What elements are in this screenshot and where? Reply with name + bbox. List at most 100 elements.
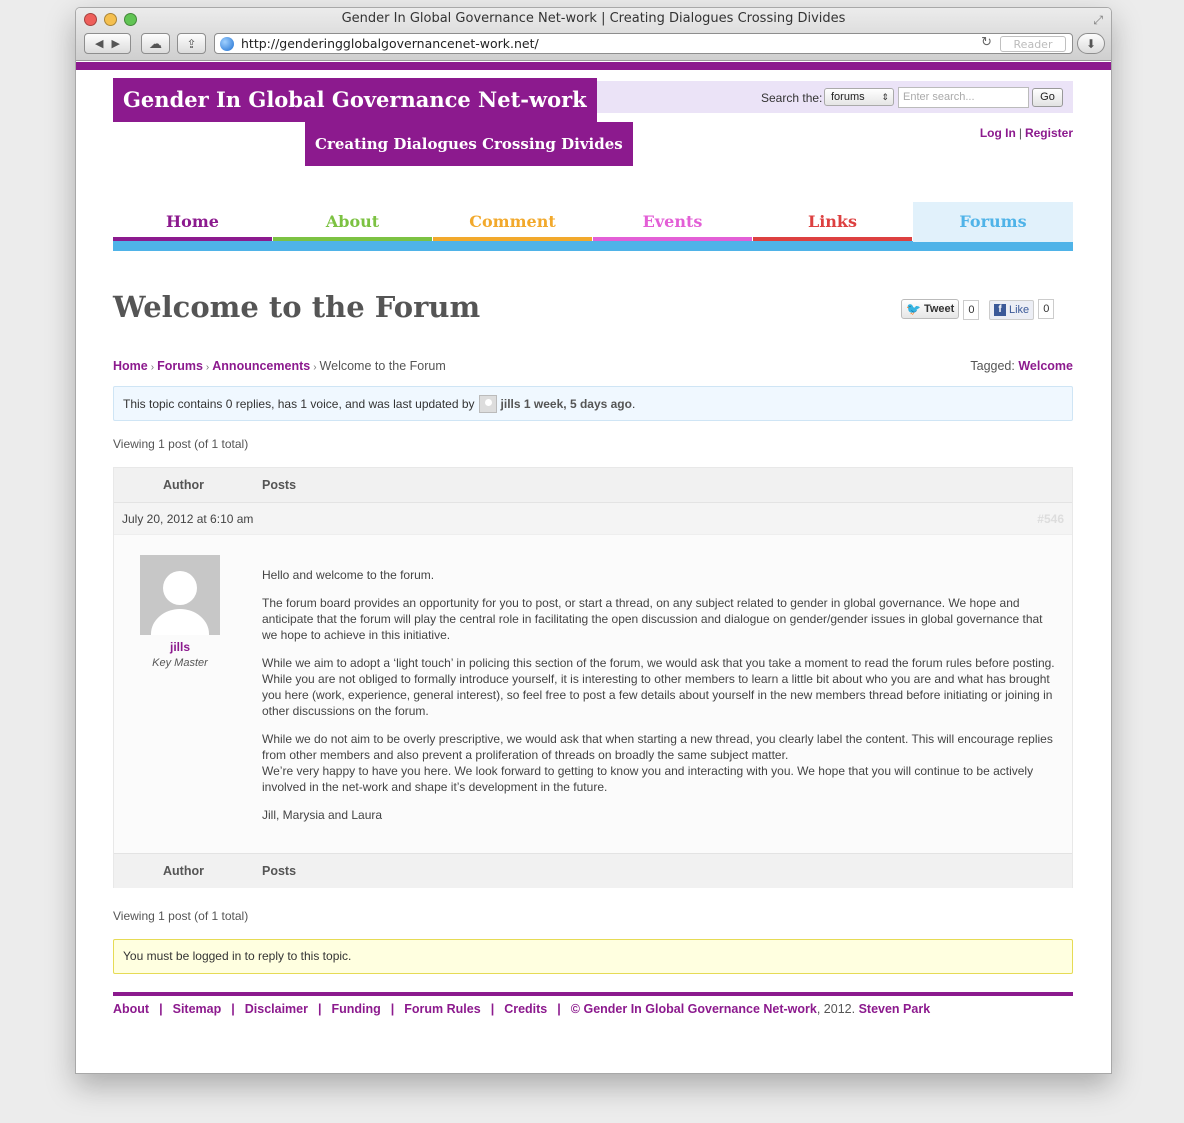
author-column-header: Author <box>163 478 204 492</box>
footer-link-funding[interactable]: Funding <box>331 1002 380 1016</box>
tweet-button[interactable]: 🐦 Tweet <box>901 299 960 319</box>
nav-links-underline <box>753 237 912 241</box>
nav-home-label: Home <box>166 212 219 231</box>
author-avatar[interactable] <box>140 555 220 635</box>
footer-author-link[interactable]: Steven Park <box>859 1002 931 1016</box>
forward-arrow-icon[interactable]: ▶ <box>112 37 120 50</box>
viewing-count-top: Viewing 1 post (of 1 total) <box>113 437 249 451</box>
footer-separator: | <box>159 1002 163 1016</box>
tag-welcome-link[interactable]: Welcome <box>1018 359 1073 373</box>
address-bar[interactable]: http://genderingglobalgovernancenet-work… <box>214 33 1073 54</box>
page-title: Welcome to the Forum <box>113 290 481 324</box>
thread-header: Author Posts <box>114 468 1072 503</box>
reload-icon[interactable]: ↻ <box>981 35 992 50</box>
like-widget: f Like 0 <box>989 299 1055 320</box>
site-tagline: Creating Dialogues Crossing Divides <box>305 122 633 166</box>
avatar-head-shape <box>163 571 197 605</box>
reader-button[interactable]: Reader <box>1000 36 1066 52</box>
topic-tags: Tagged: Welcome <box>970 359 1073 373</box>
post-paragraph: While we do not aim to be overly prescri… <box>262 732 1053 762</box>
posts-column-header: Posts <box>262 478 297 492</box>
topic-info-text: This topic contains 0 replies, has 1 voi… <box>123 396 475 411</box>
downloads-button[interactable]: ⬇ <box>1077 33 1105 54</box>
nav-events[interactable]: Events <box>593 202 752 242</box>
footer-separator: | <box>557 1002 561 1016</box>
nav-comment-label: Comment <box>469 212 556 231</box>
posts-column-footer: Posts <box>262 864 297 878</box>
footer-year: , 2012. <box>816 1002 856 1016</box>
topic-info-end: . <box>631 396 636 411</box>
footer-link-credits[interactable]: Credits <box>504 1002 547 1016</box>
like-button[interactable]: f Like <box>989 300 1035 320</box>
search-label: Search the: <box>761 91 823 105</box>
facebook-icon: f <box>994 304 1006 316</box>
nav-events-underline <box>593 237 752 241</box>
footer-separator: | <box>317 1002 322 1016</box>
cloud-icon: ☁ <box>149 35 162 51</box>
author-role: Key Master <box>152 657 208 669</box>
search-input[interactable]: Enter search... <box>898 87 1029 108</box>
fullscreen-icon[interactable]: ⤢ <box>1093 13 1103 28</box>
breadcrumb-announcements[interactable]: Announcements <box>212 359 310 373</box>
post-body: jills Key Master Hello and welcome to th… <box>114 535 1072 853</box>
nav-forums-label: Forums <box>959 212 1027 231</box>
footer-link-sitemap[interactable]: Sitemap <box>173 1002 222 1016</box>
topic-info-time[interactable]: 1 week, 5 days ago <box>524 397 632 411</box>
nav-links[interactable]: Links <box>753 202 912 242</box>
like-count: 0 <box>1038 299 1055 319</box>
post-paragraph: While we aim to adopt a ‘light touch’ in… <box>262 656 1055 718</box>
nav-links-label: Links <box>807 212 858 231</box>
breadcrumb-home[interactable]: Home <box>113 359 148 373</box>
footer-link-disclaimer[interactable]: Disclaimer <box>245 1002 308 1016</box>
browser-window: Gender In Global Governance Net-work | C… <box>75 7 1112 1074</box>
search-go-button[interactable]: Go <box>1032 88 1063 107</box>
breadcrumb-current: Welcome to the Forum <box>319 359 446 373</box>
share-button[interactable]: ⇪ <box>177 33 206 54</box>
breadcrumb-forums[interactable]: Forums <box>157 359 203 373</box>
post-content: Hello and welcome to the forum. The foru… <box>262 567 1058 835</box>
web-page: Gender In Global Governance Net-work Cre… <box>76 62 1111 1073</box>
register-link[interactable]: Register <box>1025 126 1073 140</box>
post-header: July 20, 2012 at 6:10 am #546 <box>114 503 1072 535</box>
main-nav: Home About Comment Events Links Forums <box>113 202 1073 252</box>
search-scope-select[interactable]: forums ⇕ <box>824 88 894 106</box>
post-permalink[interactable]: #546 <box>1037 512 1064 526</box>
login-required-notice: You must be logged in to reply to this t… <box>113 939 1073 974</box>
browser-toolbar: ◀ ▶ ☁ ⇪ http://genderingglobalgovernance… <box>84 33 1105 55</box>
user-avatar-small[interactable] <box>478 394 497 413</box>
post-paragraph: Hello and welcome to the forum. <box>262 568 435 582</box>
nav-about[interactable]: About <box>273 202 432 242</box>
url-text[interactable]: http://genderingglobalgovernancenet-work… <box>241 36 539 51</box>
icloud-tabs-button[interactable]: ☁ <box>141 33 170 54</box>
tweet-label: Tweet <box>923 303 955 315</box>
thread-footer: Author Posts <box>114 853 1072 888</box>
nav-home[interactable]: Home <box>113 202 272 242</box>
browser-chrome: Gender In Global Governance Net-work | C… <box>76 8 1111 61</box>
login-link[interactable]: Log In <box>980 126 1016 140</box>
author-name[interactable]: jills <box>140 640 220 654</box>
back-arrow-icon[interactable]: ◀ <box>95 37 103 50</box>
search-scope-value: forums <box>831 91 865 103</box>
nav-active-band <box>113 241 1073 251</box>
twitter-bird-icon: 🐦 <box>906 302 921 316</box>
nav-forums[interactable]: Forums <box>913 202 1073 242</box>
footer-separator: | <box>231 1002 235 1016</box>
author-column-footer: Author <box>163 864 204 878</box>
nav-events-label: Events <box>642 212 703 231</box>
viewing-count-bottom: Viewing 1 post (of 1 total) <box>113 909 249 923</box>
footer-link-about[interactable]: About <box>113 1002 149 1016</box>
footer-site-link[interactable]: Gender In Global Governance Net-work <box>583 1002 816 1016</box>
nav-comment[interactable]: Comment <box>433 202 592 242</box>
share-icon: ⇪ <box>186 36 197 51</box>
site-title[interactable]: Gender In Global Governance Net-work <box>113 78 597 122</box>
back-forward-buttons[interactable]: ◀ ▶ <box>84 33 131 54</box>
tweet-widget: 🐦 Tweet 0 <box>901 299 980 320</box>
footer-separator: | <box>490 1002 495 1016</box>
topic-info-user[interactable]: jills <box>501 397 521 411</box>
download-icon: ⬇ <box>1085 36 1097 51</box>
topic-info-box: This topic contains 0 replies, has 1 voi… <box>113 386 1073 421</box>
post-signature: Jill, Marysia and Laura <box>262 808 383 822</box>
like-label: Like <box>1009 304 1030 316</box>
tags-label: Tagged: <box>970 359 1015 373</box>
footer-link-forum-rules[interactable]: Forum Rules <box>404 1002 480 1016</box>
